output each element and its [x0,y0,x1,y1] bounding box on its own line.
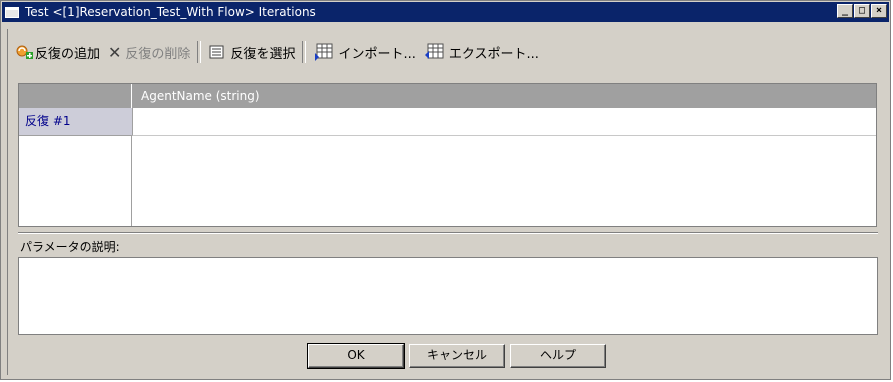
grid-header: AgentName (string) [19,84,876,108]
description-label: パラメータの説明: [20,240,120,254]
toolbar-separator [302,41,307,63]
export-icon [424,43,444,59]
add-iteration-icon [16,45,33,59]
toolbar: 反復の追加 ✕ 反復の削除 反復を選択 インポート... エクスポート... [11,34,543,70]
close-button[interactable]: × [871,4,887,18]
cancel-button[interactable]: キャンセル [409,344,505,368]
left-divider [7,29,8,375]
column-header-agentname[interactable]: AgentName (string) [133,84,260,108]
window-title: Test <[1]Reservation_Test_With Flow> Ite… [25,5,316,19]
help-button[interactable]: ヘルプ [510,344,606,368]
minimize-button[interactable]: _ [837,4,853,18]
description-divider [18,232,878,234]
delete-iteration-label: 反復の削除 [125,46,191,62]
toolbar-separator [197,41,202,63]
list-icon [209,45,224,59]
row-header-empty [19,136,132,226]
add-iteration-button[interactable]: 反復の追加 [11,40,104,64]
import-button[interactable]: インポート... [309,40,419,64]
maximize-button[interactable]: □ [854,4,870,18]
iterations-window: Test <[1]Reservation_Test_With Flow> Ite… [0,0,891,380]
delete-iteration-button[interactable]: ✕ 反復の削除 [104,40,194,64]
select-iteration-button[interactable]: 反復を選択 [204,40,299,64]
export-label: エクスポート... [448,46,539,62]
iterations-grid[interactable]: AgentName (string) 反復 #1 [18,83,877,227]
import-label: インポート... [338,46,416,62]
select-iteration-label: 反復を選択 [230,46,296,62]
export-button[interactable]: エクスポート... [420,40,543,64]
row-header-iteration-1[interactable]: 反復 #1 [19,108,132,136]
import-icon [315,43,333,61]
add-iteration-label: 反復の追加 [35,46,101,62]
description-field[interactable] [18,257,878,335]
grid-corner[interactable] [19,84,132,108]
window-icon [5,6,19,18]
window-controls: _ □ × [836,4,887,18]
ok-button[interactable]: OK [307,343,405,369]
delete-icon: ✕ [108,42,122,62]
grid-cell-agentname[interactable] [132,108,876,136]
title-bar[interactable]: Test <[1]Reservation_Test_With Flow> Ite… [2,2,889,22]
